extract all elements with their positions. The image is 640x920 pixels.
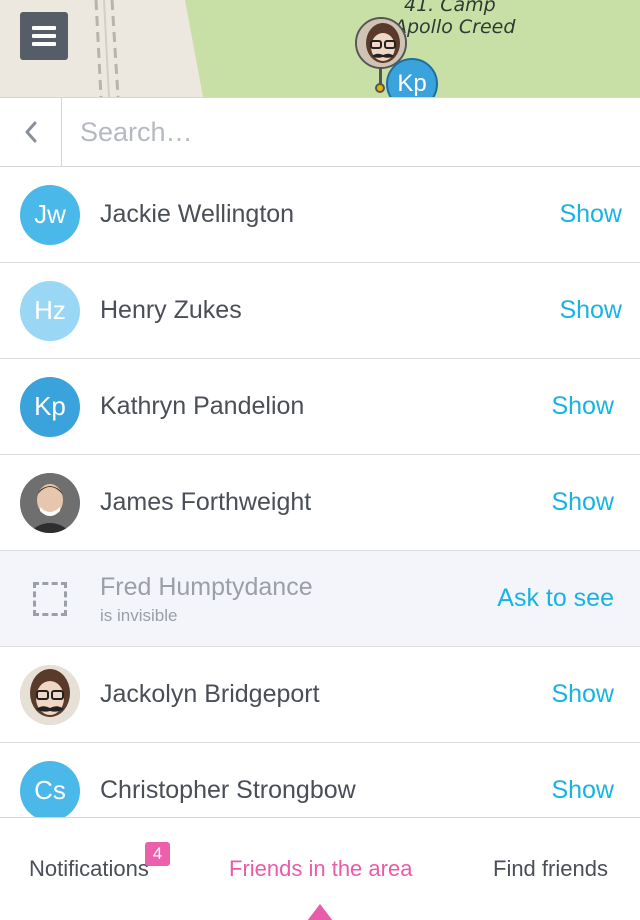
show-button[interactable]: Show: [551, 680, 614, 709]
show-button[interactable]: Show: [559, 200, 622, 229]
avatar: Kp: [20, 376, 80, 437]
notification-badge: 4: [145, 842, 170, 866]
list-item[interactable]: Fred Humptydance is invisible Ask to see: [0, 551, 640, 647]
search-input[interactable]: [80, 110, 620, 154]
menu-button[interactable]: [20, 12, 68, 60]
back-button[interactable]: [0, 98, 62, 166]
friend-name: Jackie Wellington: [100, 200, 295, 228]
avatar: Jw: [20, 184, 80, 245]
map-place-label: Apollo Creed: [394, 16, 516, 38]
list-item[interactable]: Cs Christopher Strongbow Show: [0, 743, 640, 817]
friend-name: Henry Zukes: [100, 296, 242, 324]
list-item[interactable]: James Forthweight Show: [0, 455, 640, 551]
friend-name: Fred Humptydance: [100, 573, 313, 601]
friend-name: Christopher Strongbow: [100, 776, 356, 804]
friend-status: is invisible: [100, 606, 178, 625]
bottom-tab-bar: Notifications 4 Friends in the area Find…: [0, 817, 640, 920]
ask-to-see-button[interactable]: Ask to see: [497, 584, 614, 613]
tab-find-friends[interactable]: Find friends: [493, 856, 608, 882]
placeholder-icon: [33, 581, 67, 616]
tab-notifications[interactable]: Notifications: [29, 856, 149, 882]
friend-name: James Forthweight: [100, 488, 312, 516]
friend-name: Kathryn Pandelion: [100, 392, 305, 420]
show-button[interactable]: Show: [559, 296, 622, 325]
map-place-label: 41. Camp: [404, 0, 496, 16]
show-button[interactable]: Show: [551, 392, 614, 421]
hamburger-menu-icon: [32, 34, 56, 38]
show-button[interactable]: Show: [551, 776, 614, 805]
person-photo-icon: [20, 664, 80, 725]
list-item[interactable]: Kp Kathryn Pandelion Show: [0, 359, 640, 455]
tab-friends-in-the-area[interactable]: Friends in the area: [229, 856, 412, 882]
avatar: [20, 472, 80, 533]
friend-list[interactable]: Jw Jackie Wellington Show Hz Henry Zukes…: [0, 167, 640, 817]
map-view[interactable]: 41. Camp Apollo Creed Kp: [0, 0, 640, 97]
avatar: [20, 664, 80, 725]
hamburger-menu-icon: [32, 26, 56, 30]
friend-name: Jackolyn Bridgeport: [100, 680, 320, 708]
list-item[interactable]: Jackolyn Bridgeport Show: [0, 647, 640, 743]
search-bar: [0, 97, 640, 167]
chevron-left-icon: [25, 121, 36, 143]
pin-dot: [375, 83, 385, 93]
active-tab-indicator: [307, 904, 333, 920]
avatar: Hz: [20, 280, 80, 341]
show-button[interactable]: Show: [551, 488, 614, 517]
list-item[interactable]: Jw Jackie Wellington Show: [0, 167, 640, 263]
map-tiles: [94, 0, 640, 97]
hamburger-menu-icon: [32, 42, 56, 46]
list-item[interactable]: Hz Henry Zukes Show: [0, 263, 640, 359]
person-photo-icon: [20, 472, 80, 533]
avatar: Cs: [20, 760, 80, 817]
